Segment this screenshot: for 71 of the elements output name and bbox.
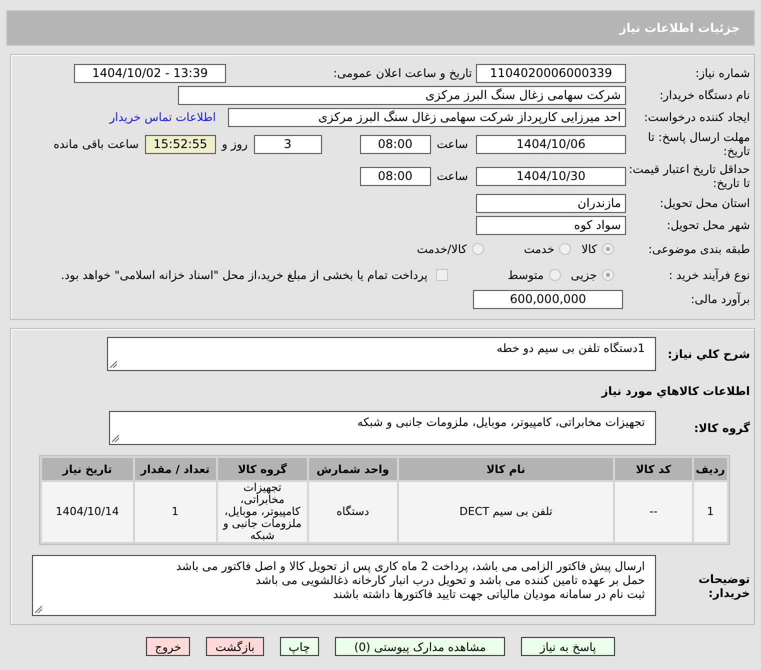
action-button[interactable]: خروج [146, 637, 190, 656]
text-field[interactable]: مازندران [476, 194, 626, 212]
action-button[interactable]: مشاهده مدارک پیوستی (0) [335, 637, 505, 656]
field-label: مهلت ارسال پاسخ: تا تاریخ: [646, 130, 751, 158]
text-field[interactable]: 15:52:55 [144, 134, 216, 154]
checkbox-label: پرداخت تمام یا بخشی از مبلغ خرید،از محل "اسناد خزانه اسلامی" خواهد بود. [60, 268, 428, 282]
table-cell: 1 [134, 482, 216, 542]
text-field[interactable]: 08:00 [360, 166, 431, 186]
field-label: تاریخ و ساعت اعلان عمومی: [332, 66, 473, 80]
radio-button[interactable] [559, 243, 572, 255]
text-field[interactable]: 1404/10/02 - 13:39 [74, 64, 226, 82]
radio-button[interactable] [548, 269, 561, 281]
field-label: برآورد مالی: [690, 292, 751, 306]
field-label: شرح کلي نياز: [666, 347, 751, 361]
column-header: کد کالا [615, 458, 692, 480]
action-button[interactable]: چاپ [280, 637, 320, 656]
field-label: استان محل تحویل: [658, 196, 751, 210]
table-cell: دستگاه [309, 482, 397, 542]
field-label: نوع فرآیند خرید : [668, 268, 751, 282]
radio-button[interactable] [472, 243, 484, 255]
resize-grip-icon[interactable] [112, 435, 119, 442]
field-label: توضیحات خریدار: [698, 572, 751, 600]
field-label: ایجاد کننده درخواست: [643, 110, 751, 124]
column-header: تاریخ نیاز [42, 458, 133, 480]
text-field[interactable]: 08:00 [360, 134, 431, 154]
radio-label: متوسط [508, 268, 544, 282]
radio-button[interactable] [602, 243, 614, 255]
field-label: شماره نیاز: [694, 66, 751, 80]
text-field[interactable]: شرکت سهامی زغال سنگ البرز مرکزی [178, 86, 626, 104]
resize-grip-icon[interactable] [110, 361, 117, 368]
table-cell: 1 [694, 482, 727, 542]
text-field[interactable]: 600,000,000 [473, 290, 623, 308]
buyer-notes-field[interactable]: ارسال پیش فاکتور الزامی می باشد، پرداخت 2 ماه کاری پس از تحویل کالا و اصل فاکتور می باشد حمل بر عهده تامین کننده می باشد و تحویل درب انبار کارخانه ذغالشویی می باشد ثبت نام در سامانه مودیان مالیاتی جهت تایید فاکتورها داشته باشند [32, 555, 656, 616]
checkbox[interactable] [436, 269, 448, 281]
field-label: طبقه بندی موضوعی: [647, 242, 751, 256]
text-field[interactable]: احد میرزایی کارپرداز شرکت سهامی زغال سنگ البرز مرکزی [228, 108, 626, 126]
action-button[interactable]: پاسخ به نیاز [520, 637, 616, 656]
field-label: حداقل تاریخ اعتبار قیمت: تا تاریخ: [628, 162, 751, 190]
column-header: تعداد / مقدار [134, 458, 216, 480]
field-label: روز و [222, 137, 248, 151]
goods-group-field[interactable]: تجهیزات مخابراتی، کامپیوتر، موبایل، ملزومات جانبی و شبکه [109, 411, 656, 445]
table-cell: تلفن بی سیم DECT [398, 482, 614, 542]
field-label: ساعت [436, 169, 468, 183]
field-label: گروه کالا: [693, 421, 751, 435]
radio-label: خدمت [524, 242, 554, 256]
radio-label: جزیی [570, 268, 597, 282]
radio-label: کالا [581, 242, 597, 256]
text-field[interactable]: 1404/10/06 [476, 134, 626, 154]
text-field[interactable]: 1404/10/30 [476, 166, 626, 186]
table-cell: -- [615, 482, 692, 542]
page-title: جزئیات اطلاعات نیاز [6, 10, 755, 46]
field-label: شهر محل تحویل: [666, 218, 751, 232]
section-heading: اطلاعات کالاهاي مورد نياز [600, 384, 751, 398]
buyer-contact-link[interactable]: اطلاعات تماس خریدار [109, 110, 216, 124]
field-label: ساعت باقی مانده [54, 137, 139, 151]
radio-label: کالا/خدمت [416, 242, 467, 256]
column-header: ردیف [694, 458, 727, 480]
table-cell: تجهیزات مخابراتی، کامپیوتر، موبایل، ملزومات جانبی و شبکه [218, 482, 308, 542]
action-button[interactable]: بازگشت [206, 637, 264, 656]
text-field[interactable]: 3 [254, 134, 322, 154]
text-field[interactable]: سواد کوه [476, 216, 626, 234]
column-header: گروه کالا [218, 458, 308, 480]
column-header: واحد شمارش [309, 458, 397, 480]
resize-grip-icon[interactable] [35, 606, 42, 613]
field-label: نام دستگاه خریدار: [658, 88, 751, 102]
radio-button[interactable] [602, 269, 614, 281]
column-header: نام کالا [398, 458, 614, 480]
description-field[interactable]: 1دستگاه تلفن بی سیم دو خطه [107, 337, 656, 371]
field-label: ساعت [436, 137, 468, 151]
table-cell: 1404/10/14 [42, 482, 133, 542]
text-field[interactable]: 1104020006000339 [476, 64, 626, 82]
